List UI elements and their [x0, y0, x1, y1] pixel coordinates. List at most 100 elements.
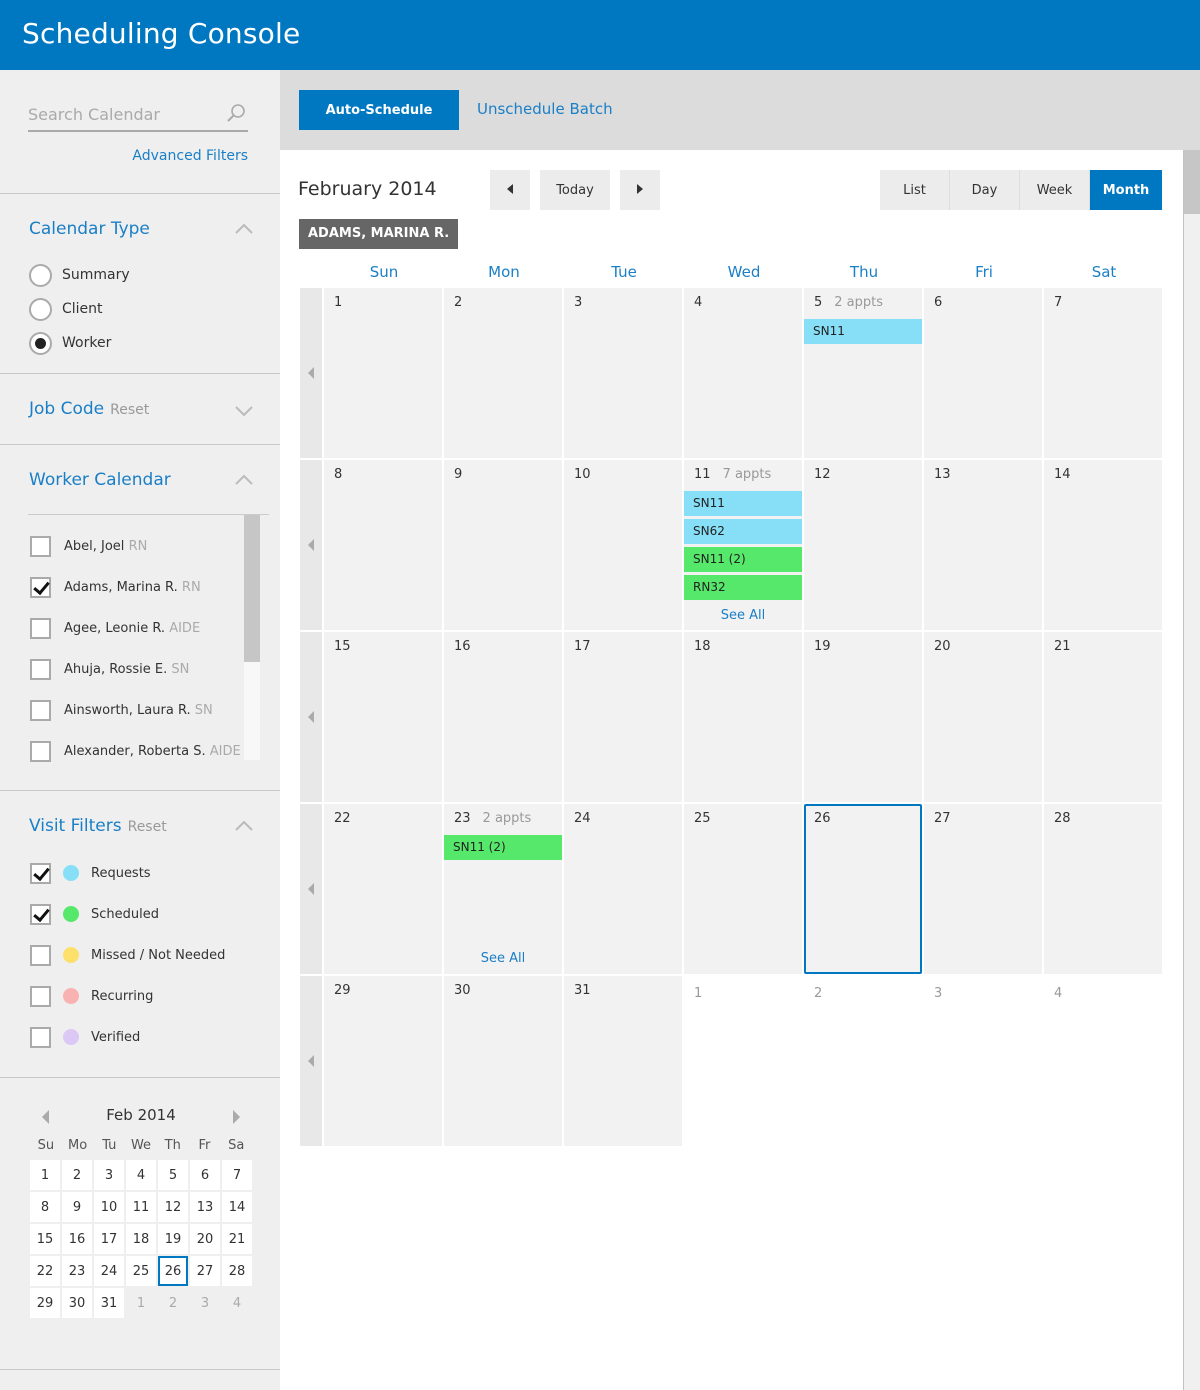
visit-filter-checkbox[interactable] [30, 1026, 51, 1048]
mini-calendar-day[interactable]: 6 [190, 1160, 220, 1190]
calendar-day[interactable]: 1 [324, 288, 442, 458]
mini-calendar-day[interactable]: 3 [94, 1160, 124, 1190]
calendar-day[interactable]: 28 [1044, 804, 1162, 974]
worker-checkbox[interactable] [30, 535, 51, 557]
mini-calendar-day[interactable]: 21 [222, 1224, 252, 1254]
mini-calendar-day[interactable]: 26 [158, 1256, 188, 1286]
mini-next-month-icon[interactable] [233, 1110, 240, 1124]
calendar-day[interactable]: 20 [924, 632, 1042, 802]
mini-calendar-day[interactable]: 2 [158, 1288, 188, 1318]
search-input[interactable] [28, 100, 218, 128]
worker-list-item[interactable]: Abel, Joel RN [30, 535, 147, 557]
calendar-day[interactable]: 22 [324, 804, 442, 974]
mini-calendar-day[interactable]: 19 [158, 1224, 188, 1254]
calendar-day[interactable]: 4 [684, 288, 802, 458]
radio-option-client[interactable]: Client [29, 297, 103, 321]
worker-checkbox[interactable] [30, 740, 51, 762]
calendar-day[interactable]: 31 [564, 976, 682, 1146]
mini-calendar-day[interactable]: 28 [222, 1256, 252, 1286]
mini-calendar-day[interactable]: 13 [190, 1192, 220, 1222]
worker-list-item[interactable]: Alexander, Roberta S. AIDE [30, 740, 241, 762]
unschedule-batch-link[interactable]: Unschedule Batch [477, 100, 613, 118]
calendar-day[interactable]: 12 [804, 460, 922, 630]
next-month-button[interactable] [620, 170, 660, 210]
mini-calendar-day[interactable]: 10 [94, 1192, 124, 1222]
appointment-event[interactable]: SN11 [684, 491, 802, 516]
visit-filter-missed-not-needed[interactable]: Missed / Not Needed [30, 944, 225, 966]
mini-calendar-day[interactable]: 8 [30, 1192, 60, 1222]
advanced-filters-link[interactable]: Advanced Filters [132, 148, 248, 164]
calendar-day[interactable]: 17 [564, 632, 682, 802]
calendar-day[interactable]: 24 [564, 804, 682, 974]
calendar-day[interactable]: 10 [564, 460, 682, 630]
calendar-day[interactable]: 3 [564, 288, 682, 458]
calendar-day[interactable]: 23 2 appts SN11 (2) See All [444, 804, 562, 974]
mini-calendar-day[interactable]: 7 [222, 1160, 252, 1190]
mini-calendar-day[interactable]: 2 [62, 1160, 92, 1190]
mini-calendar-day[interactable]: 4 [126, 1160, 156, 1190]
chevron-up-icon[interactable] [234, 223, 254, 235]
appointment-event[interactable]: SN11 (2) [684, 547, 802, 572]
calendar-day[interactable]: 8 [324, 460, 442, 630]
calendar-day[interactable]: 16 [444, 632, 562, 802]
main-scrollbar[interactable] [1183, 150, 1200, 1390]
calendar-day[interactable]: 2 [444, 288, 562, 458]
calendar-day[interactable]: 6 [924, 288, 1042, 458]
worker-checkbox[interactable] [30, 576, 51, 598]
mini-calendar-day[interactable]: 22 [30, 1256, 60, 1286]
calendar-day[interactable]: 19 [804, 632, 922, 802]
search-icon[interactable] [226, 103, 246, 123]
calendar-day[interactable]: 4 [1044, 976, 1162, 1146]
worker-list-item[interactable]: Ahuja, Rossie E. SN [30, 658, 189, 680]
radio-button[interactable] [29, 297, 52, 321]
week-expand-handle[interactable] [300, 976, 322, 1146]
mini-calendar-day[interactable]: 23 [62, 1256, 92, 1286]
worker-checkbox[interactable] [30, 658, 51, 680]
appointment-event[interactable]: RN32 [684, 575, 802, 600]
view-week-button[interactable]: Week [1020, 170, 1090, 210]
job-code-reset[interactable]: Reset [110, 402, 149, 418]
see-all-link[interactable]: See All [684, 608, 802, 623]
mini-calendar-day[interactable]: 11 [126, 1192, 156, 1222]
visit-filter-scheduled[interactable]: Scheduled [30, 903, 159, 925]
visit-filters-reset[interactable]: Reset [128, 819, 167, 835]
today-button[interactable]: Today [540, 170, 610, 210]
visit-filter-checkbox[interactable] [30, 985, 51, 1007]
visit-filter-verified[interactable]: Verified [30, 1026, 140, 1048]
chevron-up-icon[interactable] [234, 474, 254, 486]
view-month-button[interactable]: Month [1090, 170, 1162, 210]
mini-calendar-day[interactable]: 16 [62, 1224, 92, 1254]
mini-calendar-day[interactable]: 1 [30, 1160, 60, 1190]
mini-calendar-day[interactable]: 3 [190, 1288, 220, 1318]
calendar-day[interactable]: 3 [924, 976, 1042, 1146]
chevron-up-icon[interactable] [234, 820, 254, 832]
mini-calendar-day[interactable]: 27 [190, 1256, 220, 1286]
week-expand-handle[interactable] [300, 804, 322, 974]
scrollbar-thumb[interactable] [1184, 150, 1200, 214]
view-day-button[interactable]: Day [950, 170, 1020, 210]
mini-calendar-day[interactable]: 20 [190, 1224, 220, 1254]
mini-calendar-day[interactable]: 18 [126, 1224, 156, 1254]
radio-button[interactable] [29, 263, 52, 287]
mini-calendar-day[interactable]: 17 [94, 1224, 124, 1254]
calendar-day[interactable]: 7 [1044, 288, 1162, 458]
calendar-day[interactable]: 27 [924, 804, 1042, 974]
visit-filter-recurring[interactable]: Recurring [30, 985, 153, 1007]
calendar-day[interactable]: 11 7 appts SN11 SN62 SN11 (2) RN32 See All [684, 460, 802, 630]
visit-filter-checkbox[interactable] [30, 903, 51, 925]
calendar-day[interactable]: 13 [924, 460, 1042, 630]
see-all-link[interactable]: See All [444, 951, 562, 966]
calendar-day[interactable]: 1 [684, 976, 802, 1146]
mini-calendar-day[interactable]: 1 [126, 1288, 156, 1318]
calendar-day[interactable]: 9 [444, 460, 562, 630]
appointment-event[interactable]: SN62 [684, 519, 802, 544]
calendar-day[interactable]: 25 [684, 804, 802, 974]
week-expand-handle[interactable] [300, 288, 322, 458]
mini-calendar-day[interactable]: 25 [126, 1256, 156, 1286]
visit-filter-checkbox[interactable] [30, 862, 51, 884]
scrollbar-thumb[interactable] [244, 515, 260, 662]
radio-button[interactable] [29, 331, 52, 355]
view-list-button[interactable]: List [880, 170, 950, 210]
auto-schedule-button[interactable]: Auto-Schedule [299, 90, 459, 130]
week-expand-handle[interactable] [300, 460, 322, 630]
